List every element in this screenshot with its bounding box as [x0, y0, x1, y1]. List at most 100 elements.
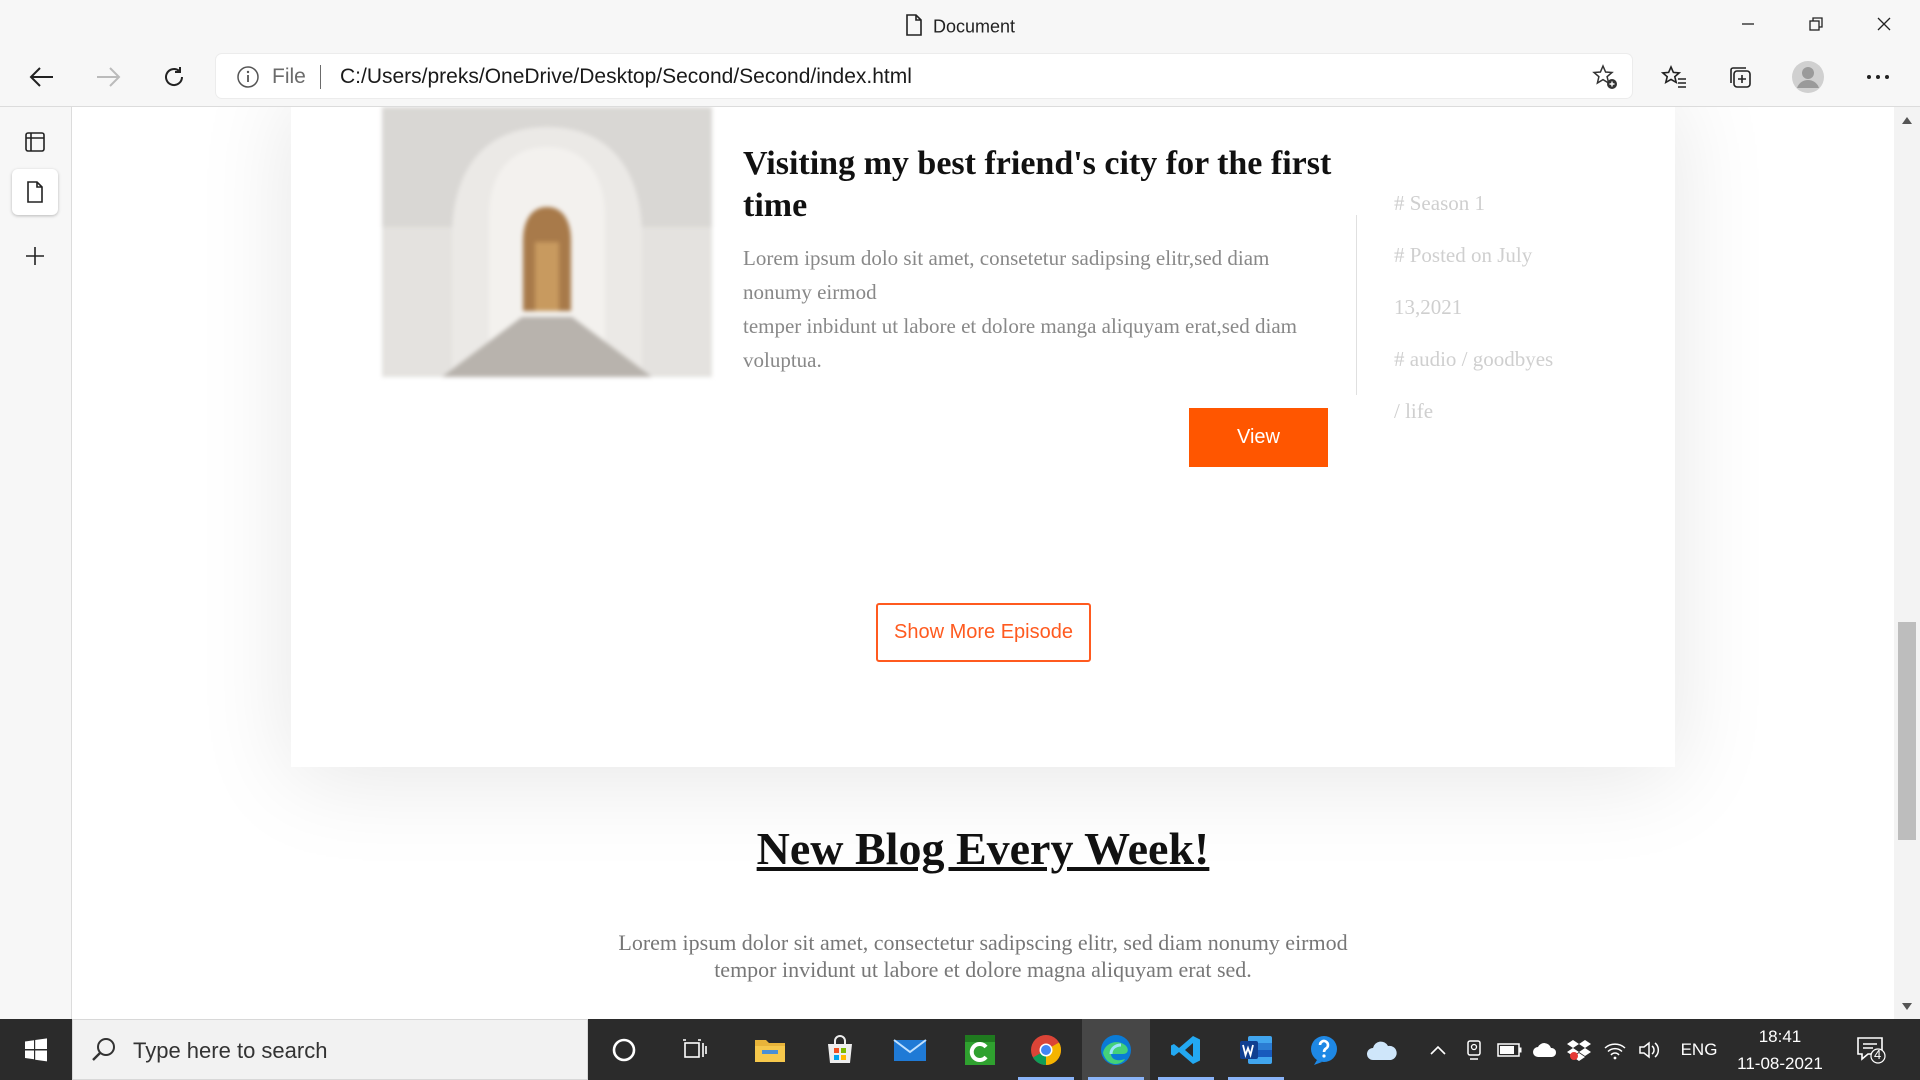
dropbox-tray[interactable]	[1562, 1019, 1596, 1080]
profile-button[interactable]	[1788, 58, 1828, 96]
meet-now-tray[interactable]	[1458, 1019, 1492, 1080]
episode-title[interactable]: Visiting my best friend's city for the f…	[743, 143, 1343, 227]
windows-start-icon	[25, 1037, 47, 1061]
dropbox-icon	[1567, 1039, 1591, 1061]
favorites-icon	[1661, 65, 1686, 88]
search-placeholder: Type here to search	[133, 1038, 328, 1063]
restore-icon	[1809, 17, 1823, 31]
webcam-icon	[1467, 1039, 1481, 1060]
utorrent-app[interactable]	[946, 1019, 1014, 1080]
scroll-down-arrow[interactable]	[1902, 1003, 1912, 1010]
chevron-up-icon	[1430, 1045, 1446, 1055]
onedrive-tray[interactable]	[1528, 1019, 1562, 1080]
info-icon[interactable]	[236, 65, 260, 94]
vscode-app[interactable]	[1152, 1019, 1220, 1080]
language-label: ENG	[1680, 1039, 1718, 1059]
clock-date: 11-08-2021	[1737, 1054, 1823, 1073]
document-icon	[905, 14, 923, 41]
address-bar[interactable]: File C:/Users/preks/OneDrive/Desktop/Sec…	[216, 54, 1632, 98]
page-viewport: Visiting my best friend's city for the f…	[72, 107, 1894, 1019]
forward-icon	[97, 67, 121, 87]
onedrive-icon	[1533, 1042, 1557, 1057]
url-text[interactable]: C:/Users/preks/OneDrive/Desktop/Second/S…	[340, 65, 912, 89]
mail-icon	[893, 1038, 927, 1061]
episode-thumbnail	[382, 107, 712, 377]
notification-icon	[1857, 1036, 1886, 1064]
page-scrollbar[interactable]	[1894, 107, 1920, 1019]
weather-app[interactable]	[1348, 1019, 1416, 1080]
vertical-tab-strip	[0, 107, 72, 1019]
tab-document[interactable]	[12, 169, 58, 215]
blog-heading[interactable]: New Blog Every Week!	[72, 822, 1894, 875]
taskbar-search[interactable]: Type here to search	[72, 1019, 588, 1080]
more-icon	[1867, 75, 1889, 79]
window-title-text: Document	[932, 16, 1016, 37]
scroll-up-arrow[interactable]	[1902, 117, 1912, 124]
show-more-episode-button[interactable]: Show More Episode	[876, 603, 1091, 662]
back-button[interactable]	[22, 58, 62, 96]
page-tab-icon	[27, 181, 43, 203]
episode-description-line-1: Lorem ipsum dolo sit amet, consetetur sa…	[743, 246, 1270, 304]
favorites-button[interactable]	[1654, 58, 1694, 96]
window-title: Document	[0, 14, 1920, 41]
restore-button[interactable]	[1796, 10, 1836, 38]
language-indicator[interactable]: ENG	[1668, 1019, 1730, 1080]
volume-icon	[1639, 1040, 1660, 1059]
volume-tray[interactable]	[1632, 1019, 1666, 1080]
cortana-button[interactable]	[590, 1019, 658, 1080]
utorrent-icon	[965, 1034, 995, 1065]
help-icon	[1311, 1035, 1337, 1065]
view-button[interactable]: View	[1189, 408, 1328, 467]
clock[interactable]: 18:41 11-08-2021	[1730, 1023, 1830, 1077]
episode-description: Lorem ipsum dolo sit amet, consetetur sa…	[743, 241, 1343, 377]
address-separator	[320, 65, 321, 89]
wifi-tray[interactable]	[1598, 1019, 1632, 1080]
vscode-icon	[1171, 1035, 1200, 1064]
refresh-button[interactable]	[154, 58, 194, 96]
mail-app[interactable]	[876, 1019, 944, 1080]
settings-more-button[interactable]	[1858, 58, 1898, 96]
scrollbar-thumb[interactable]	[1898, 622, 1916, 840]
scheme-label: File	[272, 65, 306, 88]
edge-icon	[1101, 1034, 1131, 1065]
edge-app[interactable]	[1082, 1019, 1150, 1080]
notifications-button[interactable]: 4	[1846, 1019, 1896, 1080]
task-view-button[interactable]	[662, 1019, 730, 1080]
file-explorer-app[interactable]	[736, 1019, 804, 1080]
weather-icon	[1367, 1041, 1397, 1060]
wifi-icon	[1604, 1043, 1626, 1059]
file-explorer-icon	[755, 1039, 785, 1062]
close-button[interactable]	[1864, 10, 1904, 38]
meta-date: 13,2021	[1394, 295, 1463, 319]
minimize-icon	[1742, 23, 1754, 25]
battery-tray[interactable]	[1492, 1019, 1528, 1080]
show-hidden-icons-button[interactable]	[1418, 1019, 1458, 1080]
browser-toolbar: File C:/Users/preks/OneDrive/Desktop/Sec…	[0, 48, 1920, 107]
meta-tags-cont[interactable]: / life	[1394, 385, 1614, 437]
meta-season: # Season 1	[1394, 191, 1485, 215]
notification-count: 4	[1874, 1047, 1882, 1062]
collections-button[interactable]	[1720, 58, 1760, 96]
episode-description-line-2: temper inbidunt ut labore et dolore mang…	[743, 314, 1297, 372]
start-button[interactable]	[0, 1019, 72, 1080]
blog-heading-text[interactable]: New Blog Every Week!	[757, 823, 1210, 874]
microsoft-store-app[interactable]	[806, 1019, 874, 1080]
store-icon	[828, 1034, 852, 1063]
forward-button[interactable]	[88, 58, 128, 96]
word-app[interactable]	[1222, 1019, 1290, 1080]
add-favorite-icon[interactable]	[1592, 64, 1618, 95]
tab-actions-button[interactable]	[12, 119, 58, 165]
tab-actions-icon	[25, 132, 45, 152]
meta-posted: # Posted on July	[1394, 243, 1533, 267]
search-icon	[91, 1036, 117, 1067]
new-tab-button[interactable]	[12, 233, 58, 279]
refresh-icon	[165, 67, 184, 86]
meta-tags[interactable]: # audio / goodbyes	[1394, 333, 1614, 385]
profile-icon	[1792, 61, 1824, 93]
collections-icon	[1730, 67, 1751, 88]
clock-time: 18:41	[1758, 1027, 1802, 1046]
chrome-app[interactable]	[1012, 1019, 1080, 1080]
blog-description: Lorem ipsum dolor sit amet, consectetur …	[618, 930, 1348, 982]
minimize-button[interactable]	[1728, 10, 1768, 38]
word-icon	[1240, 1035, 1272, 1064]
